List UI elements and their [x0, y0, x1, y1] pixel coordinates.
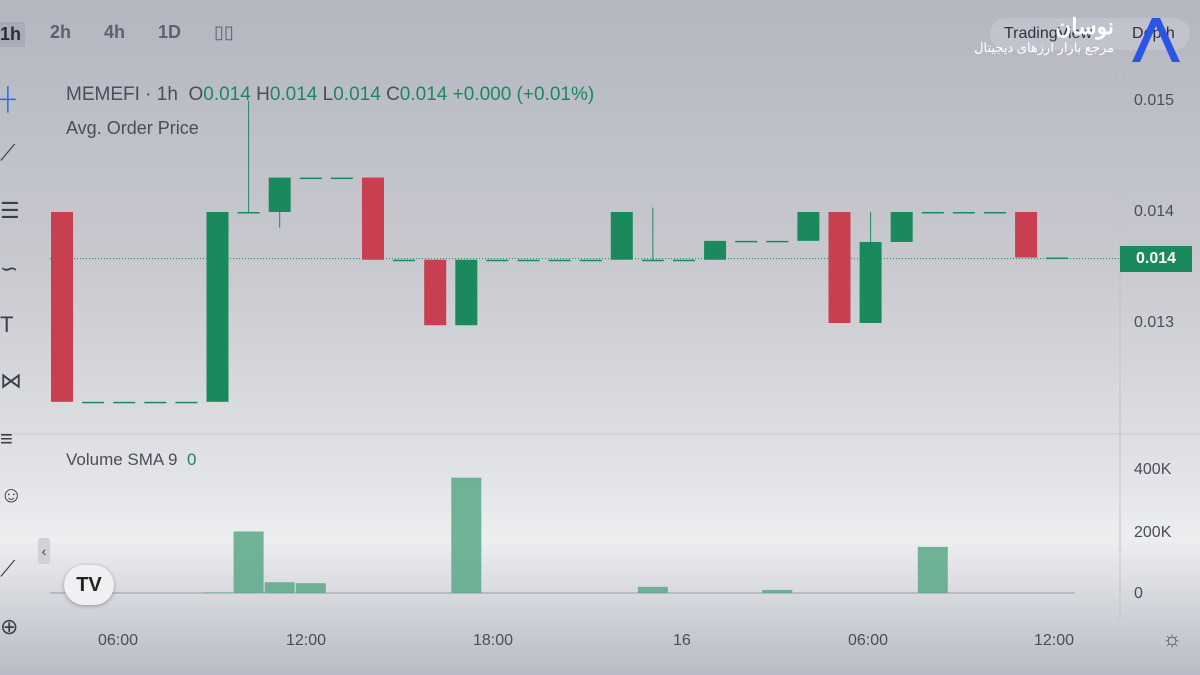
- price-tick: 0.015: [1134, 92, 1175, 109]
- candle-body: [921, 212, 944, 214]
- volume-bar: [233, 531, 264, 593]
- crosshair-icon[interactable]: ┼: [0, 86, 26, 112]
- candle-body: [890, 212, 913, 242]
- candle-body: [51, 212, 73, 402]
- price-tick: 0.014: [1134, 203, 1175, 220]
- volume-bar: [264, 582, 295, 593]
- trendline-icon[interactable]: ⟋: [0, 140, 26, 166]
- candle-body: [455, 259, 478, 326]
- pattern-icon[interactable]: ⋈: [0, 368, 26, 394]
- candle-body: [82, 401, 105, 404]
- candle-body: [673, 259, 695, 262]
- candle-body: [828, 212, 851, 323]
- settings-icon[interactable]: ☼: [1162, 626, 1182, 652]
- candle-body: [517, 259, 540, 262]
- volume-label: Volume SMA 9: [66, 450, 178, 469]
- candle-body: [299, 177, 322, 180]
- brush-icon[interactable]: ∽: [0, 256, 26, 282]
- time-tick: 12:00: [286, 632, 327, 649]
- fib-icon[interactable]: ☰: [0, 198, 26, 224]
- candle-body: [704, 240, 727, 260]
- emoji-icon[interactable]: ☺: [0, 482, 26, 508]
- candle-body: [1015, 212, 1038, 258]
- volume-tick: 400K: [1134, 461, 1172, 478]
- time-tick: 16: [673, 632, 691, 649]
- interval: 1h: [156, 84, 178, 105]
- candle-body: [610, 212, 633, 260]
- zoom-icon[interactable]: ⊕: [0, 614, 26, 640]
- time-tick: 12:00: [1034, 632, 1075, 649]
- time-tick: 18:00: [473, 632, 514, 649]
- volume-legend[interactable]: Volume SMA 9 0: [66, 450, 196, 470]
- collapse-toolbar-button[interactable]: ‹: [38, 538, 50, 564]
- candle-body: [144, 401, 167, 404]
- candle-body: [362, 177, 384, 260]
- change-value: +0.000 (+0.01%): [452, 84, 595, 105]
- volume-bar: [202, 592, 233, 593]
- tradingview-logo[interactable]: TV: [64, 565, 114, 605]
- candle-body: [797, 212, 820, 241]
- low-label: L: [322, 84, 334, 105]
- volume-value: 0: [186, 450, 197, 469]
- open-label: O: [188, 84, 204, 105]
- high-value: 0.014: [269, 84, 318, 105]
- candle-body: [548, 259, 571, 262]
- close-label: C: [386, 84, 400, 105]
- chart-legend: MEMEFI · 1h O0.014 H0.014 L0.014 C0.014 …: [66, 84, 595, 105]
- candle-body: [859, 241, 882, 323]
- high-label: H: [256, 84, 270, 105]
- candle-body: [268, 177, 291, 212]
- open-value: 0.014: [203, 84, 251, 105]
- symbol: MEMEFI: [66, 84, 140, 105]
- ruler-icon[interactable]: ⟋: [0, 556, 26, 582]
- candle-body: [175, 401, 198, 404]
- time-tick: 06:00: [98, 632, 139, 649]
- candle-body: [393, 259, 416, 262]
- current-price-tag: 0.014: [1120, 246, 1192, 272]
- candle-body: [206, 212, 229, 402]
- text-icon[interactable]: T: [0, 312, 26, 338]
- candle-body: [1046, 257, 1069, 260]
- candle-body: [237, 212, 260, 214]
- volume-bar: [917, 546, 948, 593]
- indicator-label[interactable]: Avg. Order Price: [66, 118, 199, 139]
- volume-bar: [637, 586, 668, 593]
- candle-body: [735, 240, 758, 243]
- low-value: 0.014: [333, 84, 381, 105]
- candle-body: [952, 212, 975, 214]
- volume-bar: [451, 477, 482, 593]
- candle-body: [424, 259, 447, 326]
- price-tick: 0.013: [1134, 314, 1175, 331]
- volume-tick: 200K: [1134, 524, 1172, 541]
- candle-body: [984, 212, 1006, 214]
- time-tick: 06:00: [848, 632, 889, 649]
- candle-body: [113, 401, 136, 404]
- candle-body: [330, 177, 353, 180]
- volume-tick: 0: [1134, 585, 1143, 602]
- candle-body: [766, 240, 789, 243]
- volume-bar: [762, 589, 793, 593]
- candle-body: [579, 259, 602, 262]
- forecast-icon[interactable]: ≡: [0, 426, 26, 452]
- close-value: 0.014: [399, 84, 448, 105]
- candle-body: [486, 259, 509, 262]
- volume-bar: [295, 583, 326, 593]
- candle-body: [641, 259, 664, 262]
